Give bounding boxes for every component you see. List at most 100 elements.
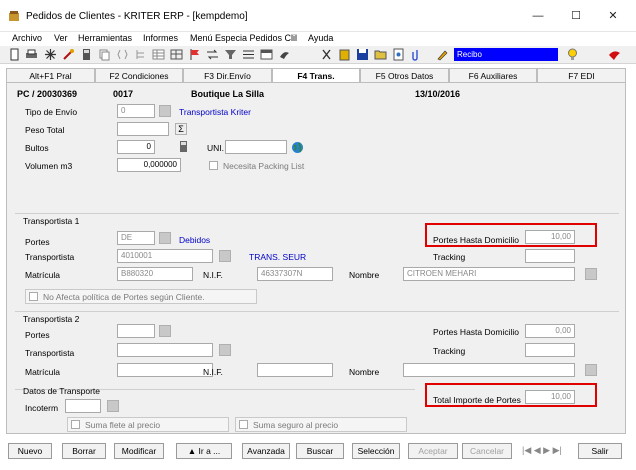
report-select[interactable]: Recibo — [454, 48, 558, 61]
no-afecta-checkbox[interactable] — [29, 292, 38, 301]
maximize-button[interactable]: ☐ — [561, 6, 591, 26]
t1-transportista-label: Transportista — [25, 252, 75, 262]
t2-portes-field[interactable] — [117, 324, 155, 338]
t1-tracking-field[interactable] — [525, 249, 575, 263]
t1-portes-field[interactable]: DE — [117, 231, 155, 245]
brackets-icon[interactable] — [116, 48, 129, 61]
t1-nombre-field[interactable]: CITROEN MEHARI — [403, 267, 575, 281]
filter-icon[interactable] — [224, 48, 237, 61]
t1-nif-field[interactable]: 46337307N — [257, 267, 333, 281]
magic-wand-icon[interactable] — [62, 48, 75, 61]
order-id: PC / 20030369 — [17, 89, 78, 99]
clipboard-icon[interactable] — [338, 48, 351, 61]
scissors-icon[interactable] — [320, 48, 333, 61]
copy-icon[interactable] — [98, 48, 111, 61]
avanzada-button[interactable]: Avanzada — [242, 443, 290, 459]
uni-field[interactable] — [225, 140, 287, 154]
tree-icon[interactable] — [134, 48, 147, 61]
tipo-envio-desc[interactable]: Transportista Kriter — [179, 107, 251, 117]
ir-a-button[interactable]: ▲ Ir a ... — [176, 443, 232, 459]
calculator-icon[interactable] — [80, 48, 93, 61]
minimize-button[interactable]: — — [523, 6, 553, 26]
menu-ver[interactable]: Ver — [54, 33, 68, 43]
globe-icon[interactable] — [291, 141, 304, 154]
open-icon[interactable] — [374, 48, 387, 61]
print-icon[interactable] — [25, 48, 38, 61]
window-title: Pedidos de Clientes - KRITER ERP - [kemp… — [26, 11, 248, 22]
tab-dir-envio[interactable]: F3 Dir.Envío — [183, 68, 272, 82]
lightbulb-icon[interactable] — [566, 48, 579, 61]
calculator-icon[interactable] — [177, 140, 190, 153]
transport-panel: PC / 20030369 0017 Boutique La Silla 13/… — [6, 82, 626, 434]
seleccion-button[interactable]: Selección — [352, 443, 400, 459]
aceptar-button[interactable]: Aceptar — [408, 443, 458, 459]
record-navigator[interactable]: |◀ ◀ ▶ ▶| — [522, 445, 562, 456]
incoterm-lookup-button[interactable] — [107, 400, 119, 412]
attach-icon[interactable] — [410, 48, 423, 61]
menu-herramientas[interactable]: Herramientas — [78, 33, 132, 43]
t1-portes-desc[interactable]: Debidos — [179, 235, 210, 245]
t1-transportista-field[interactable]: 4010001 — [117, 249, 213, 263]
save-icon[interactable] — [356, 48, 369, 61]
t2-transportista-lookup-button[interactable] — [219, 344, 231, 356]
calendar-icon[interactable] — [260, 48, 273, 61]
suma-flete-checkbox[interactable] — [71, 420, 80, 429]
t2-matricula-field[interactable] — [117, 363, 213, 377]
peso-total-field[interactable] — [117, 122, 169, 136]
star-icon[interactable] — [44, 48, 57, 61]
t2-nif-field[interactable] — [257, 363, 333, 377]
t2-portes-domicilio-label: Portes Hasta Domicilio — [433, 327, 519, 337]
nuevo-button[interactable]: Nuevo — [8, 443, 52, 459]
tipo-envio-lookup-button[interactable] — [159, 105, 171, 117]
t1-portes-domicilio-field[interactable]: 10,00 — [525, 230, 575, 244]
suma-seguro-checkbox[interactable] — [239, 420, 248, 429]
menu-ayuda[interactable]: Ayuda — [308, 33, 333, 43]
t2-portes-domicilio-field[interactable]: 0,00 — [525, 324, 575, 338]
t2-nombre-lookup-button[interactable] — [585, 364, 597, 376]
total-portes-field[interactable]: 10,00 — [525, 390, 575, 404]
packing-list-checkbox[interactable] — [209, 161, 218, 170]
tipo-envio-label: Tipo de Envío — [25, 107, 78, 117]
tab-condiciones[interactable]: F2 Condiciones — [95, 68, 183, 82]
cancelar-button[interactable]: Cancelar — [462, 443, 512, 459]
borrar-button[interactable]: Borrar — [62, 443, 106, 459]
t1-matricula-label: Matrícula — [25, 270, 60, 280]
menu-informes[interactable]: Informes — [143, 33, 178, 43]
t1-matricula-field[interactable]: B880320 — [117, 267, 193, 281]
tab-otros-datos[interactable]: F5 Otros Datos — [360, 68, 449, 82]
menu-especia-pedidos[interactable]: Menú Especia Pedidos Clil — [190, 33, 297, 43]
pencil-icon[interactable] — [436, 48, 449, 61]
tab-auxiliares[interactable]: F6 Auxiliares — [449, 68, 537, 82]
tab-edi[interactable]: F7 EDI — [537, 68, 626, 82]
preview-icon[interactable] — [392, 48, 405, 61]
tab-transporte[interactable]: F4 Trans. — [272, 68, 360, 83]
buscar-button[interactable]: Buscar — [296, 443, 344, 459]
t2-nombre-field[interactable] — [403, 363, 575, 377]
sum-icon[interactable]: Σ — [175, 123, 187, 135]
flag-icon[interactable] — [188, 48, 201, 61]
tipo-envio-field[interactable]: 0 — [117, 104, 155, 118]
new-document-icon[interactable] — [8, 48, 21, 61]
table-icon[interactable] — [152, 48, 165, 61]
transfer-icon[interactable] — [206, 48, 219, 61]
t2-portes-lookup-button[interactable] — [159, 325, 171, 337]
modificar-button[interactable]: Modificar — [114, 443, 164, 459]
menu-archivo[interactable]: Archivo — [12, 33, 42, 43]
t1-transportista-name[interactable]: TRANS. SEUR — [249, 252, 306, 262]
tab-principal[interactable]: Alt+F1 Pral — [6, 68, 95, 82]
transportista1-title: Transportista 1 — [23, 216, 80, 226]
t1-nombre-lookup-button[interactable] — [585, 268, 597, 280]
bird-icon[interactable] — [278, 48, 291, 61]
salir-button[interactable]: Salir — [578, 443, 622, 459]
t1-portes-lookup-button[interactable] — [159, 232, 171, 244]
incoterm-field[interactable] — [65, 399, 101, 413]
red-bird-icon[interactable] — [608, 48, 621, 61]
close-button[interactable]: ✕ — [598, 6, 628, 26]
list-icon[interactable] — [242, 48, 255, 61]
t2-tracking-field[interactable] — [525, 343, 575, 357]
bultos-field[interactable]: 0 — [117, 140, 155, 154]
volumen-field[interactable]: 0,000000 — [117, 158, 181, 172]
t2-transportista-field[interactable] — [117, 343, 213, 357]
grid-icon[interactable] — [170, 48, 183, 61]
t1-transportista-lookup-button[interactable] — [219, 250, 231, 262]
